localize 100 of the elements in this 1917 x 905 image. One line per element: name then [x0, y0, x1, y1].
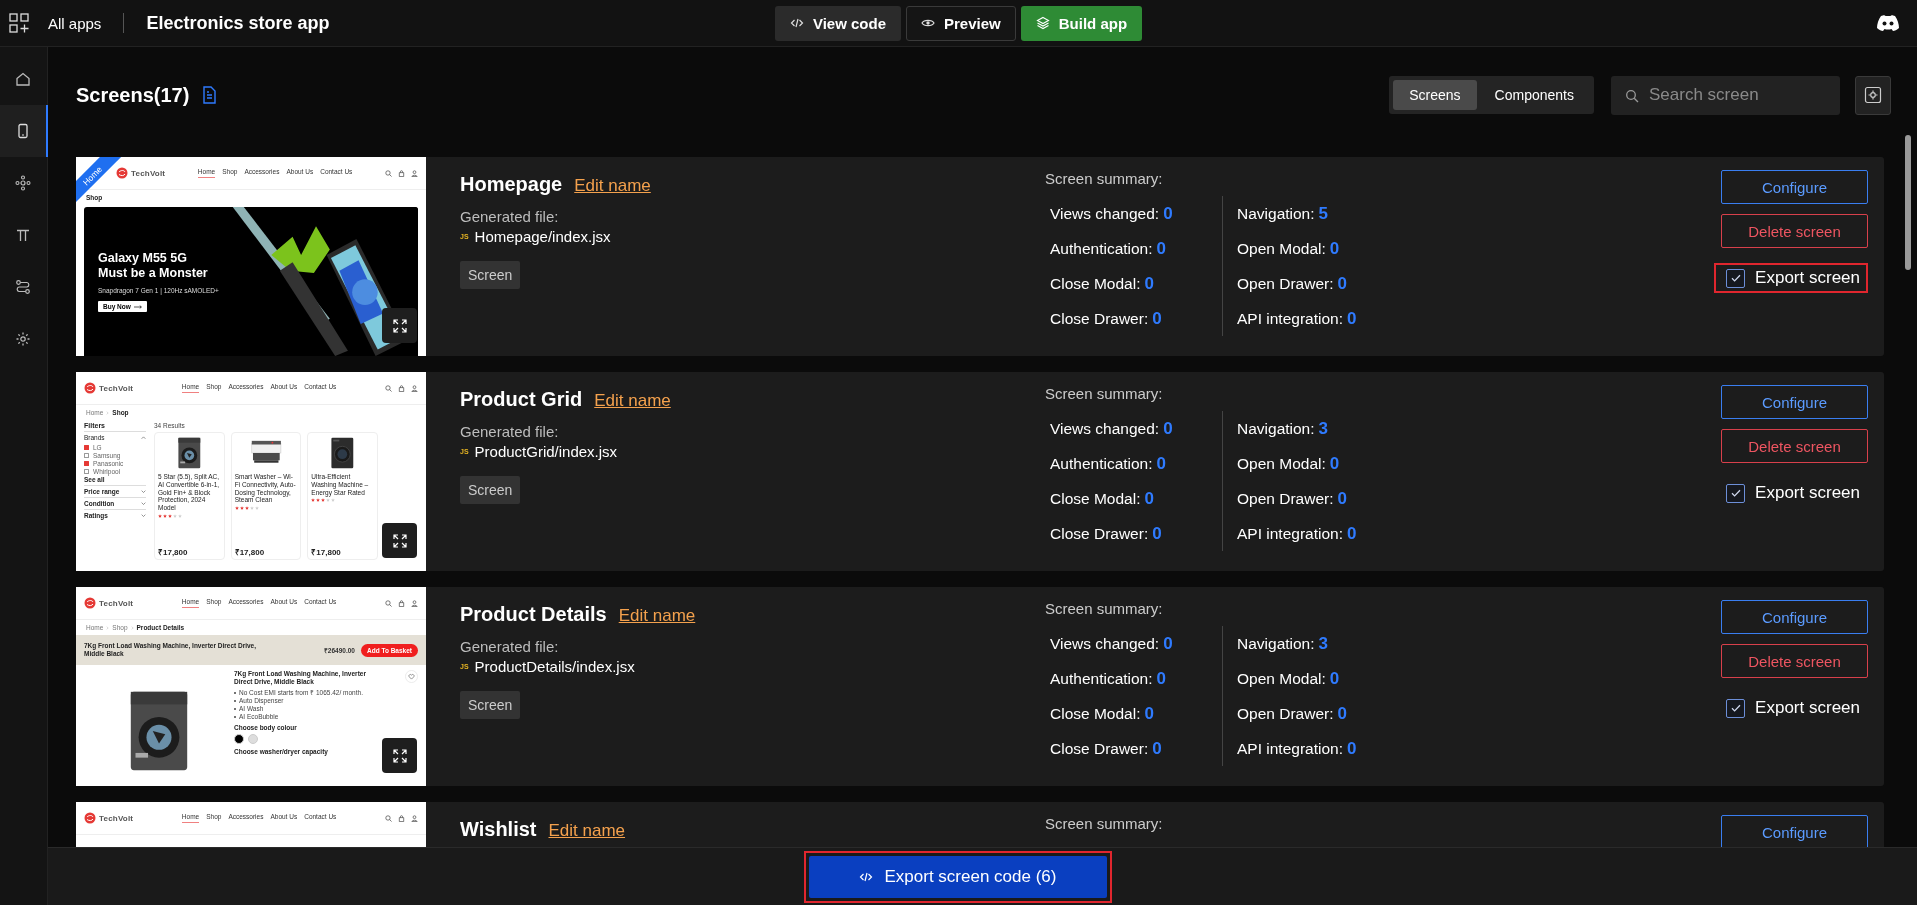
check-icon: [1729, 272, 1742, 284]
search-icon[interactable]: [385, 384, 392, 392]
sidebar-item[interactable]: [0, 105, 48, 157]
export-screen-label[interactable]: Export screen: [1755, 698, 1860, 718]
export-code-button[interactable]: Export screen code (6): [808, 855, 1107, 898]
gamepad-icon[interactable]: [1876, 14, 1900, 32]
edit-name-link[interactable]: Edit name: [594, 391, 671, 411]
code-icon: [789, 16, 804, 30]
checkbox[interactable]: [1726, 483, 1746, 503]
checkbox[interactable]: [84, 444, 89, 450]
chevron-icon: [141, 489, 146, 494]
search-icon[interactable]: [385, 169, 392, 177]
stat-label: Authentication:: [1050, 454, 1153, 473]
configure-button[interactable]: Configure: [1721, 385, 1868, 419]
all-apps-link[interactable]: All apps: [48, 14, 102, 32]
stat-value: 0: [1152, 523, 1162, 544]
export-screen-label[interactable]: Export screen: [1755, 268, 1860, 288]
stat-label: Views changed:: [1050, 634, 1160, 653]
stat-value: 3: [1318, 418, 1328, 439]
expand-icon: [392, 318, 407, 333]
stat-label: Views changed:: [1050, 204, 1160, 223]
generated-file-label: Generated file:: [460, 638, 559, 655]
layers-icon: [1035, 16, 1050, 30]
stat-label: Close Modal:: [1050, 274, 1141, 293]
route-icon: [15, 279, 31, 295]
phone-icon: [15, 123, 31, 139]
stat-value: 0: [1337, 273, 1347, 294]
expand-button[interactable]: [382, 308, 417, 343]
stat-label: API integration:: [1237, 524, 1343, 543]
chevron-icon: [141, 501, 146, 506]
bag-icon[interactable]: [398, 384, 405, 392]
configure-button[interactable]: Configure: [1721, 600, 1868, 634]
bag-icon[interactable]: [398, 169, 405, 177]
delete-screen-button[interactable]: Delete screen: [1721, 214, 1868, 248]
stat-label: Close Drawer:: [1050, 524, 1149, 543]
stat-value: 0: [1329, 453, 1340, 474]
summary-title: Screen summary:: [1045, 170, 1164, 187]
checkbox[interactable]: [84, 468, 89, 474]
stat-label: Open Modal:: [1237, 239, 1326, 258]
user-icon[interactable]: [411, 169, 418, 177]
checkbox[interactable]: [1726, 698, 1746, 718]
view-code-button[interactable]: View code: [774, 5, 901, 41]
summary-title: Screen summary:: [1045, 815, 1164, 832]
stat-label: Open Modal:: [1237, 454, 1326, 473]
stat-value: 0: [1337, 703, 1347, 724]
summary-title: Screen summary:: [1045, 385, 1164, 402]
screen-tag: Screen: [460, 261, 521, 289]
check-icon: [1729, 487, 1742, 499]
settings-button[interactable]: [1855, 75, 1891, 115]
stat-value: 0: [1163, 203, 1173, 224]
search-icon[interactable]: [385, 599, 392, 607]
document-icon[interactable]: [201, 86, 218, 104]
stat-value: 0: [1347, 738, 1357, 759]
tab[interactable]: Components: [1478, 80, 1590, 110]
expand-button[interactable]: [382, 523, 417, 558]
settings-icon: [15, 331, 31, 347]
screen-tag: Screen: [460, 691, 521, 719]
screen-preview[interactable]: [76, 372, 426, 571]
edit-name-link[interactable]: Edit name: [548, 821, 626, 841]
nodes-icon: [15, 175, 31, 191]
app-title: Electronics store app: [146, 12, 330, 34]
file-path: ProductDetails/index.jsx: [474, 658, 635, 675]
stat-label: Open Drawer:: [1237, 489, 1334, 508]
stat-label: Close Modal:: [1050, 704, 1141, 723]
configure-button[interactable]: Configure: [1721, 170, 1868, 204]
banner-heading: Galaxy M55 5G: [98, 251, 188, 266]
apps-icon[interactable]: [8, 12, 30, 34]
user-icon[interactable]: [411, 384, 418, 392]
edit-name-link[interactable]: Edit name: [618, 606, 696, 626]
tab[interactable]: Screens: [1393, 80, 1477, 110]
preview-button[interactable]: Preview: [906, 5, 1016, 41]
logo-icon: [84, 382, 96, 394]
expand-button[interactable]: [382, 738, 417, 773]
banner-heading: Must be a Monster: [98, 266, 209, 281]
stat-label: Authentication:: [1050, 239, 1153, 258]
delete-screen-button[interactable]: Delete screen: [1721, 644, 1868, 678]
delete-screen-button[interactable]: Delete screen: [1721, 429, 1868, 463]
checkbox[interactable]: [84, 452, 89, 458]
bag-icon[interactable]: [398, 599, 405, 607]
logo-icon: [84, 812, 96, 824]
edit-name-link[interactable]: Edit name: [574, 176, 651, 196]
checkbox[interactable]: [1726, 268, 1746, 288]
stat-value: 0: [1329, 668, 1340, 689]
colour-swatch[interactable]: [248, 734, 258, 745]
export-screen-label[interactable]: Export screen: [1755, 483, 1860, 503]
user-icon[interactable]: [411, 599, 418, 607]
user-icon[interactable]: [411, 814, 418, 822]
generated-file-label: Generated file:: [460, 423, 559, 440]
screen-preview[interactable]: [76, 587, 426, 786]
bag-icon[interactable]: [398, 814, 405, 822]
build-app-button[interactable]: Build app: [1020, 5, 1143, 41]
screen-name: Product Grid: [460, 388, 583, 411]
colour-swatch[interactable]: [234, 734, 244, 745]
scrollbar[interactable]: [1905, 135, 1911, 270]
stat-label: Close Drawer:: [1050, 309, 1149, 328]
checkbox[interactable]: [84, 460, 89, 466]
search-field[interactable]: Search screen: [1611, 75, 1840, 115]
screen-tag: Screen: [460, 476, 521, 504]
search-icon[interactable]: [385, 814, 392, 822]
stat-value: 0: [1347, 308, 1357, 329]
